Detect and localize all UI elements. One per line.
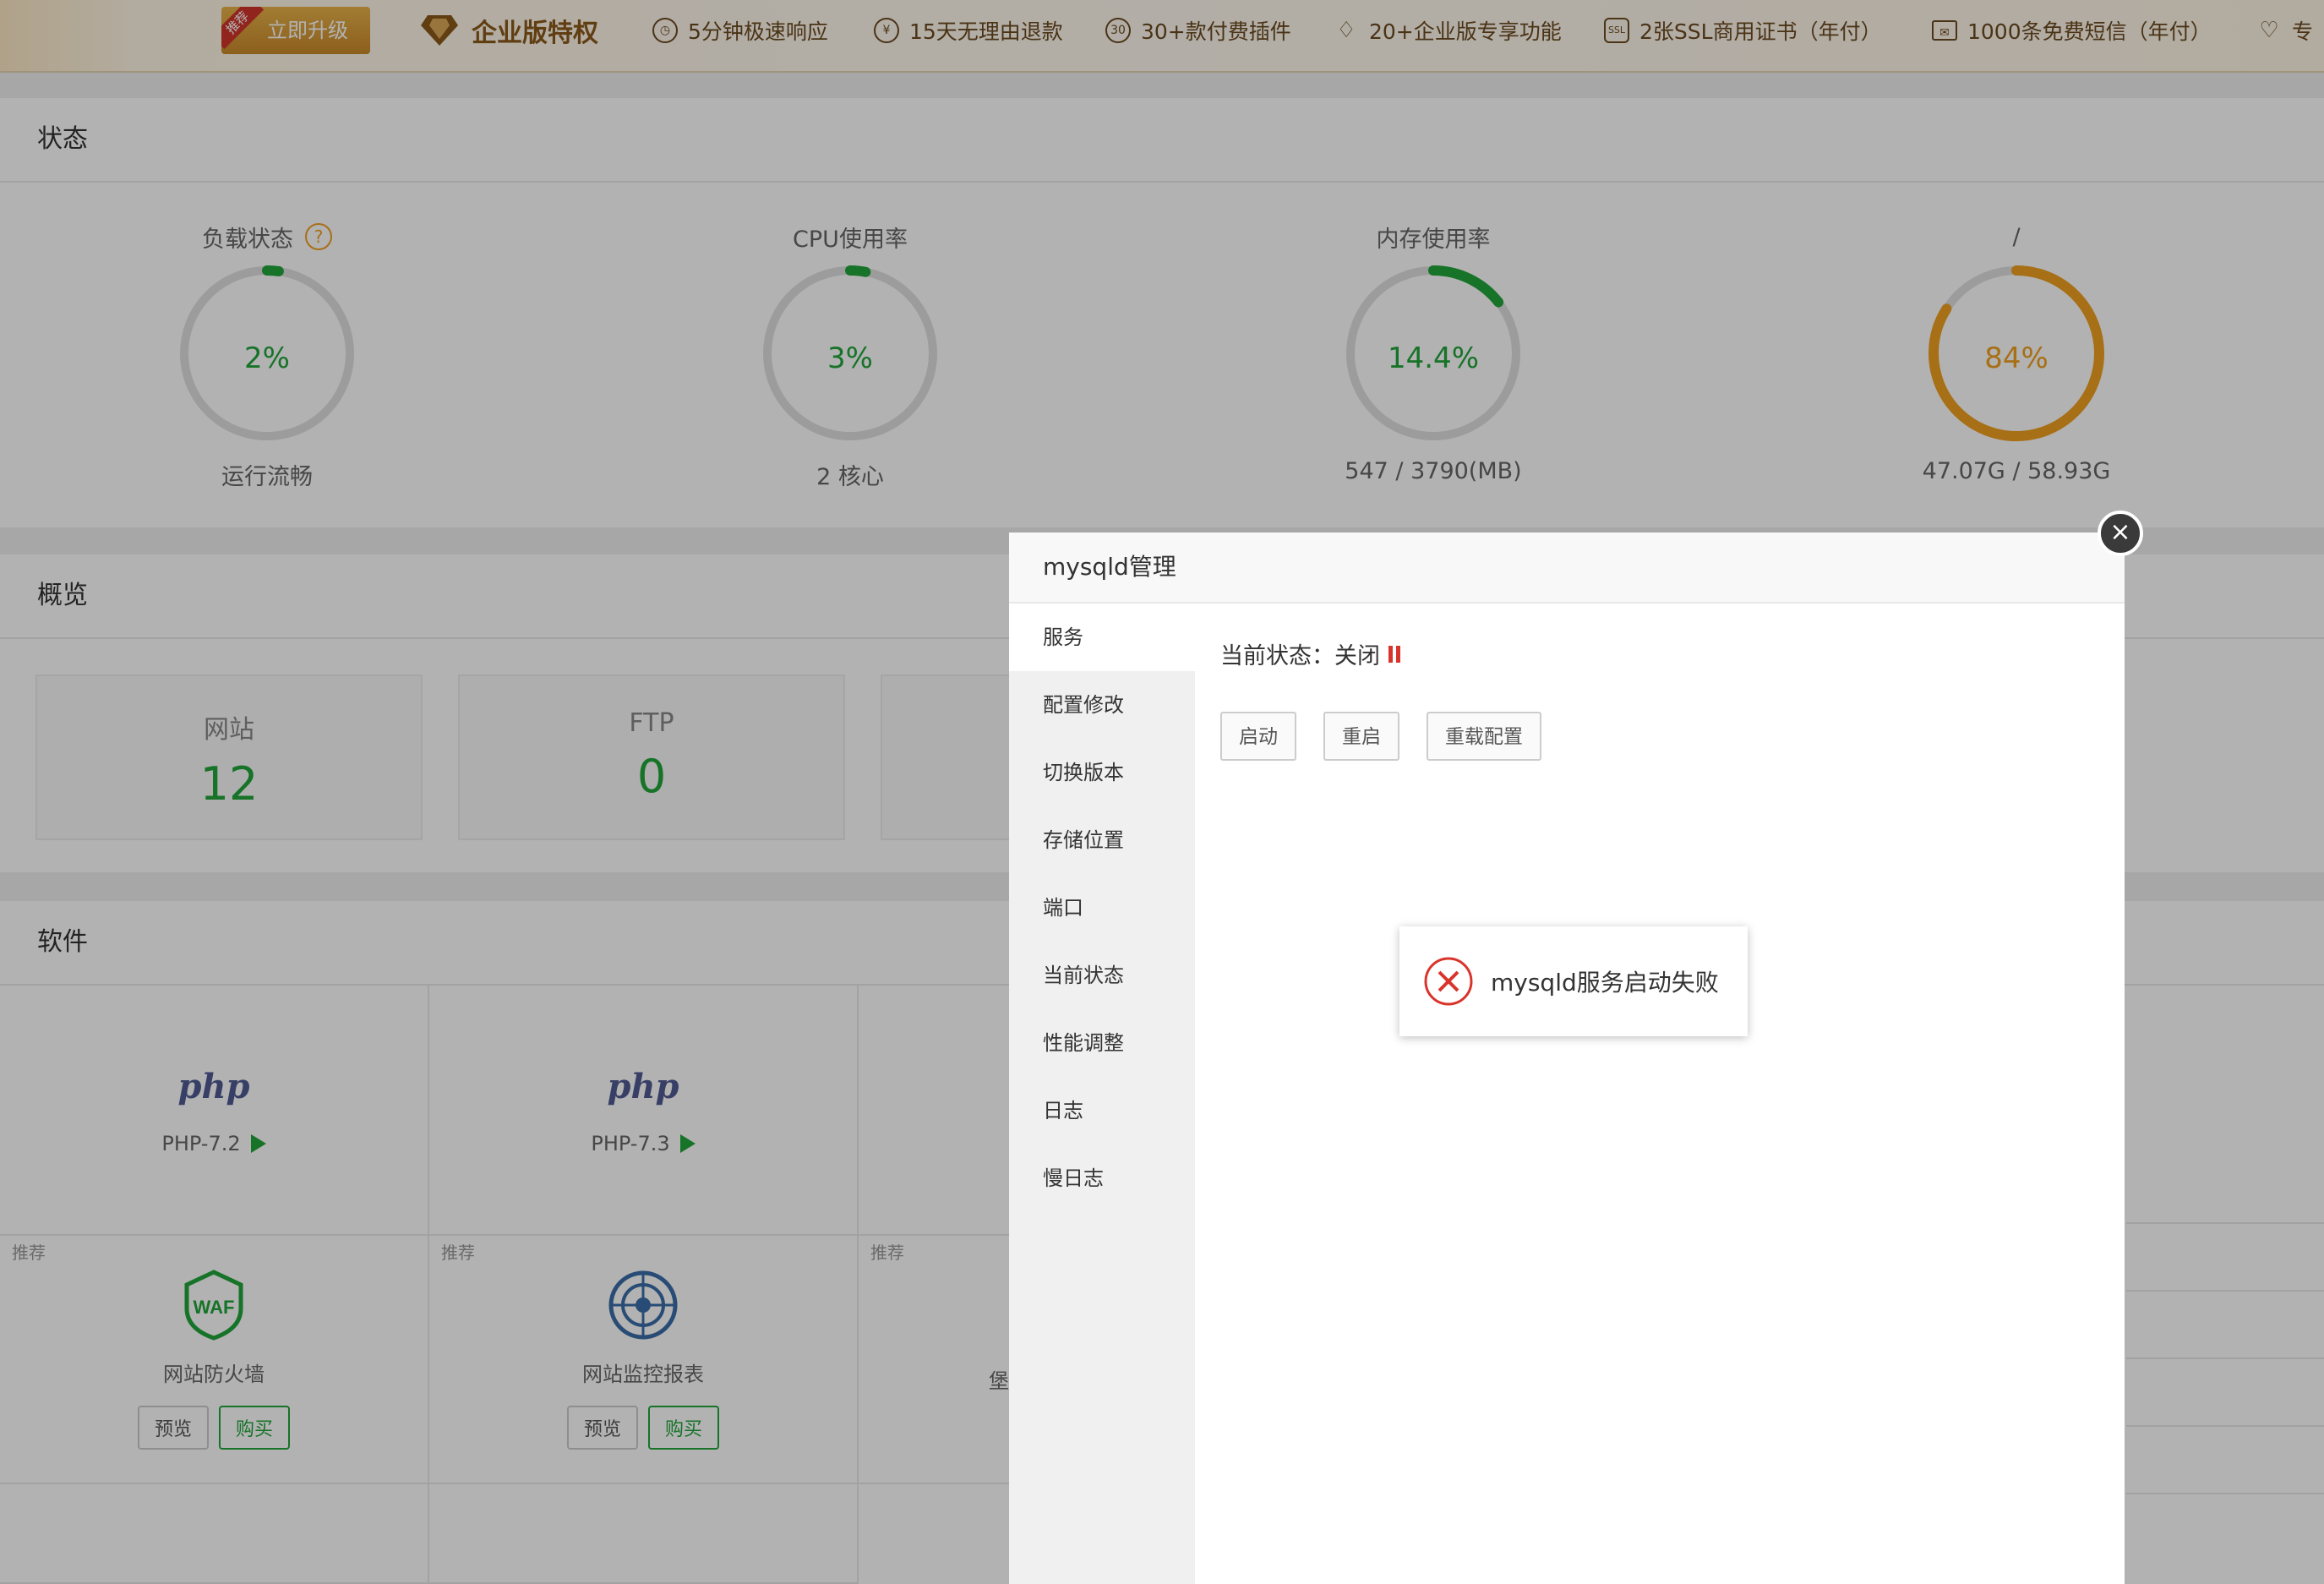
modal-sidebar: 服务 配置修改 切换版本 存储位置 端口 当前状态 性能调整 日志 慢日志: [1009, 604, 1195, 1584]
reload-config-button[interactable]: 重载配置: [1427, 712, 1541, 761]
menu-item-storage[interactable]: 存储位置: [1009, 806, 1195, 874]
menu-item-version[interactable]: 切换版本: [1009, 739, 1195, 806]
menu-item-port[interactable]: 端口: [1009, 874, 1195, 942]
menu-item-service[interactable]: 服务: [1009, 604, 1195, 671]
menu-item-slow-log[interactable]: 慢日志: [1009, 1144, 1195, 1212]
menu-item-config[interactable]: 配置修改: [1009, 671, 1195, 739]
stopped-icon: [1388, 645, 1400, 663]
close-icon[interactable]: ×: [2098, 511, 2143, 556]
error-toast: mysqld服务启动失败: [1399, 926, 1748, 1036]
restart-button[interactable]: 重启: [1323, 712, 1399, 761]
mysqld-modal: mysqld管理 服务 配置修改 切换版本 存储位置 端口 当前状态 性能调整 …: [1009, 533, 2125, 1584]
toast-message: mysqld服务启动失败: [1491, 969, 1719, 997]
state-label: 当前状态：: [1220, 643, 1334, 669]
start-button[interactable]: 启动: [1220, 712, 1296, 761]
menu-item-log[interactable]: 日志: [1009, 1077, 1195, 1144]
menu-item-status[interactable]: 当前状态: [1009, 942, 1195, 1009]
error-icon: [1424, 957, 1473, 1006]
menu-item-performance[interactable]: 性能调整: [1009, 1009, 1195, 1077]
modal-title: mysqld管理: [1009, 533, 2125, 604]
service-state: 当前状态： 关闭: [1220, 637, 1400, 670]
state-value: 关闭: [1334, 643, 1380, 669]
